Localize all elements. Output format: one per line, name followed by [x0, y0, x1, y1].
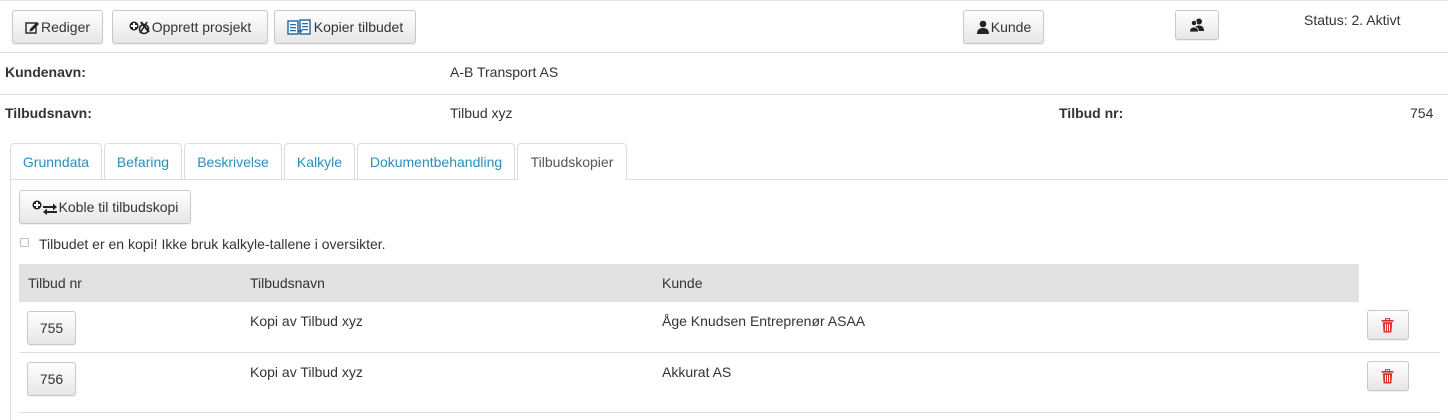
plus-tools-icon: [129, 20, 151, 35]
tab-tilbudskopier[interactable]: Tilbudskopier: [517, 143, 627, 180]
link-offer-copy-button[interactable]: Koble til tilbudskopi: [19, 190, 191, 224]
user-icon: [976, 20, 990, 34]
offer-name-cell: Kopi av Tilbud xyz: [250, 364, 363, 380]
tab-kalkyle[interactable]: Kalkyle: [284, 143, 355, 179]
column-header-customer: Kunde: [662, 275, 703, 291]
offer-number-label: Tilbud nr:: [1059, 105, 1124, 121]
customer-cell: Akkurat AS: [662, 364, 732, 380]
row-divider: [19, 352, 1440, 353]
trash-icon: [1381, 317, 1394, 333]
users-icon: [1188, 18, 1205, 32]
is-copy-checkbox-label: Tilbudet er en kopi! Ikke bruk kalkyle-t…: [39, 236, 386, 252]
tab-befaring[interactable]: Befaring: [104, 143, 182, 179]
plus-exchange-icon: [32, 200, 58, 215]
row-divider: [19, 412, 1440, 413]
divider: [0, 52, 1448, 53]
customer-name-label: Kundenavn:: [5, 64, 86, 80]
edit-button-label: Rediger: [40, 19, 91, 35]
edit-button[interactable]: Rediger: [12, 10, 103, 44]
create-project-button-label: Opprett prosjekt: [151, 19, 252, 35]
column-header-offer-name: Tilbudsnavn: [250, 275, 325, 291]
is-copy-checkbox[interactable]: [20, 238, 29, 247]
customer-cell: Åge Knudsen Entreprenør ASAA: [662, 313, 866, 329]
delete-row-button[interactable]: [1367, 361, 1409, 391]
offer-number-button[interactable]: 755: [27, 311, 76, 345]
tab-dokumentbehandling[interactable]: Dokumentbehandling: [357, 143, 515, 179]
offer-name-cell: Kopi av Tilbud xyz: [250, 313, 363, 329]
delete-row-button[interactable]: [1367, 310, 1409, 340]
offer-name-value: Tilbud xyz: [450, 105, 513, 121]
copy-document-icon: [286, 18, 313, 36]
offer-number-button[interactable]: 756: [27, 362, 76, 396]
offer-number-value: 754: [1410, 105, 1434, 121]
offer-name-label: Tilbudsnavn:: [5, 105, 92, 121]
copy-offer-button-label: Kopier tilbudet: [313, 19, 404, 35]
customer-button-label: Kunde: [990, 19, 1032, 35]
customer-button[interactable]: Kunde: [963, 10, 1044, 44]
create-project-button[interactable]: Opprett prosjekt: [112, 10, 268, 44]
tab-beskrivelse[interactable]: Beskrivelse: [184, 143, 282, 179]
trash-icon: [1381, 368, 1394, 384]
column-header-offer-number: Tilbud nr: [28, 275, 82, 291]
top-border: [0, 0, 1448, 1]
status-text: Status: 2. Aktivt: [1304, 12, 1401, 28]
divider: [0, 94, 1448, 95]
pencil-square-icon: [25, 20, 40, 34]
contacts-button[interactable]: [1175, 10, 1219, 40]
copy-offer-button[interactable]: Kopier tilbudet: [274, 10, 416, 44]
link-offer-copy-label: Koble til tilbudskopi: [58, 199, 179, 215]
panel-border: [10, 180, 11, 420]
customer-name-value: A-B Transport AS: [450, 64, 559, 80]
tabs-baseline: [10, 179, 1448, 180]
tab-grunndata[interactable]: Grunndata: [10, 143, 102, 179]
